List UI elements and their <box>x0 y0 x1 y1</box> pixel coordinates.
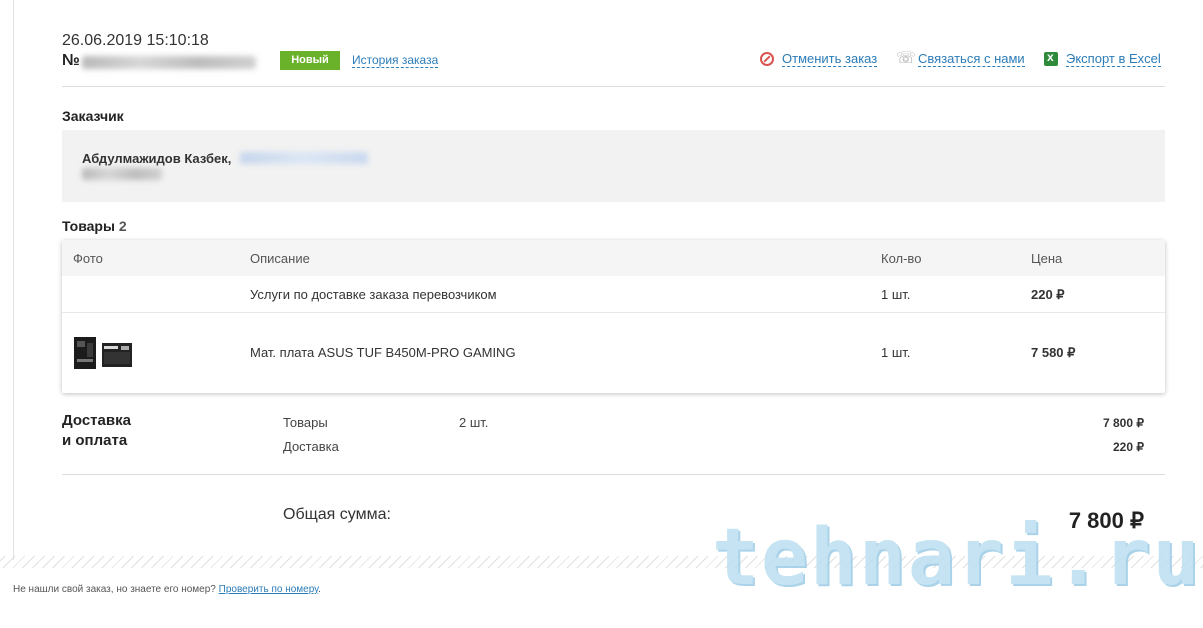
delivery-title-line2: и оплата <box>62 432 128 449</box>
header-divider <box>62 86 1165 87</box>
order-datetime: 26.06.2019 15:10:18 <box>62 32 209 49</box>
cancel-order-action[interactable]: Отменить заказ <box>760 51 878 67</box>
customer-name: Абдулмажидов Казбек, <box>82 151 232 166</box>
delivery-title: Доставка и оплата <box>62 411 131 451</box>
excel-icon <box>1044 50 1058 66</box>
customer-contact-redacted <box>240 152 368 164</box>
row-price: 220 ₽ <box>1031 287 1065 302</box>
row-description: Мат. плата ASUS TUF B450M-PRO GAMING <box>250 345 516 360</box>
order-number-label: № <box>62 52 80 69</box>
column-price: Цена <box>1031 251 1063 266</box>
summary-shipping-sum: 220 ₽ <box>1113 440 1144 454</box>
customer-address-redacted <box>82 168 162 180</box>
goods-count: 2 <box>118 218 127 234</box>
contact-link[interactable]: Связаться с нами <box>918 51 1025 67</box>
summary-shipping-label: Доставка <box>283 439 339 454</box>
table-header: Фото Описание Кол-во Цена <box>62 240 1165 276</box>
total-label: Общая сумма: <box>283 506 391 523</box>
contact-action[interactable]: ☏ Связаться с нами <box>896 51 1025 67</box>
summary-divider <box>62 474 1165 475</box>
summary-items-label: Товары <box>283 415 328 430</box>
footer-end: . <box>318 584 321 595</box>
row-description: Услуги по доставке заказа перевозчиком <box>250 287 497 302</box>
column-photo: Фото <box>73 251 103 266</box>
phone-icon: ☏ <box>896 50 917 67</box>
cancel-order-link[interactable]: Отменить заказ <box>782 51 878 67</box>
summary-items-sum: 7 800 ₽ <box>1103 416 1144 430</box>
order-number-redacted <box>82 56 256 69</box>
column-description: Описание <box>250 251 310 266</box>
footer-note: Не нашли свой заказ, но знаете его номер… <box>13 584 321 595</box>
table-row: Услуги по доставке заказа перевозчиком 1… <box>62 276 1165 313</box>
status-badge: Новый <box>280 51 340 70</box>
row-qty: 1 шт. <box>881 287 911 302</box>
goods-table: Фото Описание Кол-во Цена Услуги по дост… <box>62 240 1165 393</box>
check-by-number-link[interactable]: Проверить по номеру <box>219 584 319 595</box>
customer-title: Заказчик <box>62 108 124 124</box>
watermark: tehnari.ru <box>712 513 1202 603</box>
row-qty: 1 шт. <box>881 345 911 360</box>
column-qty: Кол-во <box>881 251 922 266</box>
order-history-link[interactable]: История заказа <box>352 53 439 68</box>
export-excel-action[interactable]: Экспорт в Excel <box>1044 50 1161 67</box>
goods-title: Товары 2 <box>62 218 127 234</box>
row-price: 7 580 ₽ <box>1031 345 1076 360</box>
goods-title-label: Товары <box>62 218 115 234</box>
summary-items-qty: 2 шт. <box>459 415 489 430</box>
delivery-title-line1: Доставка <box>62 412 131 429</box>
cancel-icon <box>760 52 774 66</box>
table-row: Мат. плата ASUS TUF B450M-PRO GAMING 1 ш… <box>62 313 1165 393</box>
export-excel-link[interactable]: Экспорт в Excel <box>1066 51 1161 67</box>
footer-text: Не нашли свой заказ, но знаете его номер… <box>13 584 219 595</box>
product-thumbnail[interactable] <box>74 335 132 371</box>
customer-box <box>62 130 1165 202</box>
